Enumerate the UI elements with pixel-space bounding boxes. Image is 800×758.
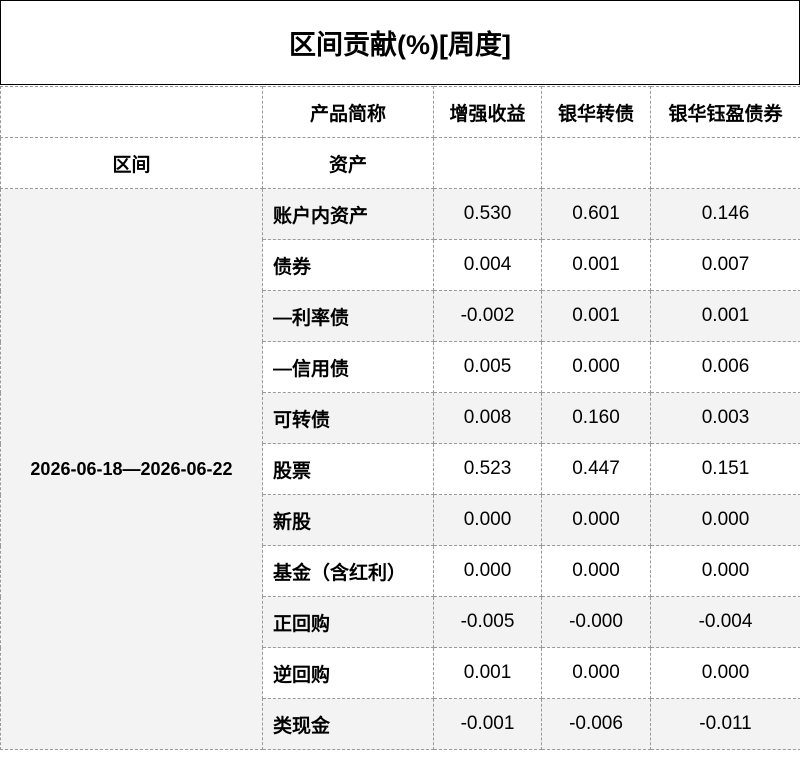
value-cell: 0.000	[650, 545, 800, 597]
asset-name-cell: 账户内资产	[262, 188, 434, 240]
value-cell: 0.005	[433, 341, 542, 393]
asset-name-cell: 新股	[262, 494, 434, 546]
value-cell: -0.005	[433, 596, 542, 648]
header-period-label: 区间	[0, 137, 263, 189]
header-product-3: 银华钰盈债券	[650, 86, 800, 138]
asset-name-cell: —信用债	[262, 341, 434, 393]
header-product-2: 银华转债	[541, 86, 651, 138]
value-cell: -0.002	[433, 290, 542, 342]
asset-name-cell: 类现金	[262, 698, 434, 750]
value-cell: 0.000	[541, 494, 651, 546]
value-cell: 0.008	[433, 392, 542, 444]
value-cell: 0.151	[650, 443, 800, 495]
asset-name-cell: 可转债	[262, 392, 434, 444]
asset-name-cell: 逆回购	[262, 647, 434, 699]
contribution-table: 产品简称 增强收益 银华转债 银华钰盈债券 区间 资产 2026-06-18—2…	[0, 86, 800, 750]
asset-name-cell: 股票	[262, 443, 434, 495]
table-row: 2026-06-18—2026-06-22 账户内资产 0.530 0.601 0.14…	[0, 188, 800, 750]
header-row-products: 产品简称 增强收益 银华转债 银华钰盈债券	[0, 86, 800, 138]
value-cell: 0.146	[650, 188, 800, 240]
value-cell: 0.006	[650, 341, 800, 393]
asset-name-cell: 正回购	[262, 596, 434, 648]
value-cell: 0.001	[541, 290, 651, 342]
value-cell: 0.601	[541, 188, 651, 240]
value-cell: 0.523	[433, 443, 542, 495]
asset-name-cell: —利率债	[262, 290, 434, 342]
value-cell: 0.001	[433, 647, 542, 699]
period-cell: 2026-06-18—2026-06-22	[0, 188, 263, 750]
header-row-assets: 区间 资产	[0, 137, 800, 189]
value-cell: 0.530	[433, 188, 542, 240]
value-cell: 0.004	[433, 239, 542, 291]
asset-name-cell: 债券	[262, 239, 434, 291]
value-cell: 0.000	[541, 647, 651, 699]
asset-name-cell: 基金（含红利）	[262, 545, 434, 597]
value-cell: 0.001	[541, 239, 651, 291]
value-cell: 0.000	[650, 647, 800, 699]
report-title: 区间贡献(%)[周度]	[0, 0, 800, 85]
header-asset-label: 资产	[262, 137, 434, 189]
header-product-label: 产品简称	[262, 86, 434, 138]
header-empty-cell	[0, 86, 263, 138]
value-cell: 0.000	[650, 494, 800, 546]
value-cell: 0.160	[541, 392, 651, 444]
value-cell: 0.000	[541, 545, 651, 597]
value-cell: -0.000	[541, 596, 651, 648]
value-cell: -0.006	[541, 698, 651, 750]
value-cell: -0.004	[650, 596, 800, 648]
value-cell: -0.011	[650, 698, 800, 750]
header-blank-2	[541, 137, 651, 189]
value-cell: 0.007	[650, 239, 800, 291]
value-cell: 0.000	[433, 545, 542, 597]
header-blank-1	[433, 137, 542, 189]
value-cell: -0.001	[433, 698, 542, 750]
value-cell: 0.001	[650, 290, 800, 342]
value-cell: 0.000	[433, 494, 542, 546]
value-cell: 0.003	[650, 392, 800, 444]
value-cell: 0.447	[541, 443, 651, 495]
header-product-1: 增强收益	[433, 86, 542, 138]
header-blank-3	[650, 137, 800, 189]
value-cell: 0.000	[541, 341, 651, 393]
